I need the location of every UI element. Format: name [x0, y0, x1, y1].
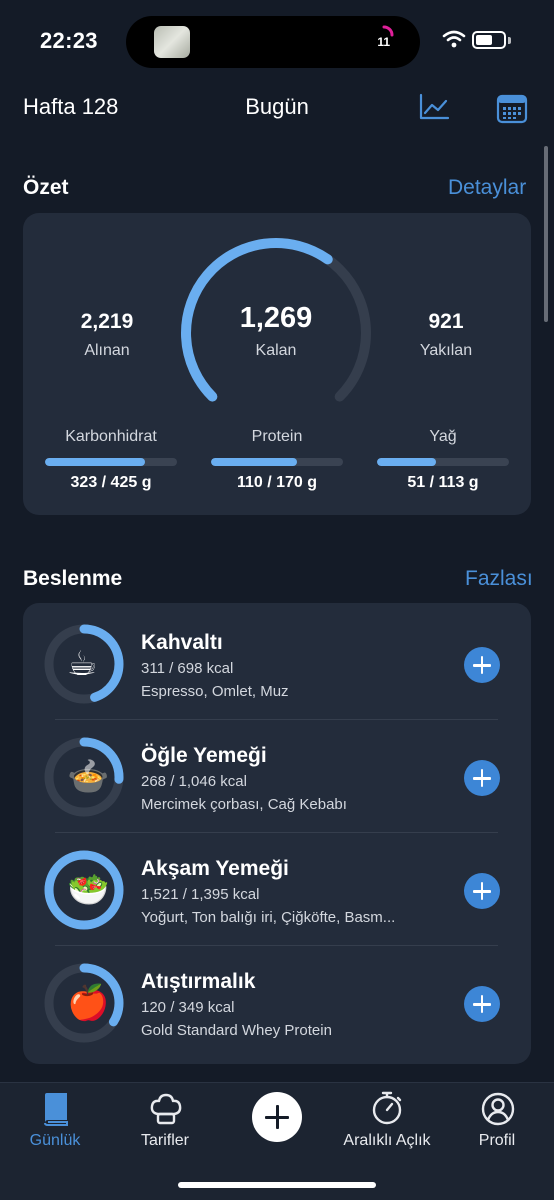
consumed-label: Alınan — [84, 342, 130, 359]
nutrition-more-link[interactable]: Fazlası — [465, 567, 533, 591]
live-activity-thumbnail — [154, 26, 190, 58]
meal-row-dinner[interactable]: 🥗 Akşam Yemeği 1,521 / 1,395 kcal Yoğurt… — [23, 833, 531, 945]
wifi-icon — [442, 30, 466, 48]
meals-card: ☕ Kahvaltı 311 / 698 kcal Espresso, Omle… — [23, 603, 531, 1064]
activity-count: 11 — [377, 35, 390, 49]
meal-name: Kahvaltı — [141, 631, 223, 654]
meal-kcal: 311 / 698 kcal — [141, 660, 234, 677]
meal-kcal: 1,521 / 1,395 kcal — [141, 886, 260, 903]
dynamic-island[interactable]: 11 — [126, 16, 420, 68]
macro-bar-fill — [377, 458, 437, 466]
macro-value-fat: 51 / 113 g — [407, 474, 479, 491]
chef-hat-icon — [150, 1093, 182, 1125]
tab-profile[interactable]: Profil — [444, 1088, 554, 1158]
scrollbar[interactable] — [544, 146, 548, 322]
meal-kcal: 120 / 349 kcal — [141, 999, 235, 1016]
remaining-label: Kalan — [255, 342, 297, 359]
consumed-value: 2,219 — [80, 310, 134, 333]
meal-name: Öğle Yemeği — [141, 744, 267, 767]
meal-row-lunch[interactable]: 🍲 Öğle Yemeği 268 / 1,046 kcal Mercimek … — [23, 720, 531, 832]
calendar-icon[interactable] — [496, 92, 528, 124]
macro-value-carbs: 323 / 425 g — [70, 474, 152, 491]
meal-items: Yoğurt, Ton balığı iri, Çiğköfte, Basm..… — [141, 909, 396, 926]
week-selector[interactable]: Hafta 128 — [23, 94, 118, 120]
macro-bar-protein — [211, 458, 343, 466]
burned-label: Yakılan — [419, 342, 473, 359]
meal-row-breakfast[interactable]: ☕ Kahvaltı 311 / 698 kcal Espresso, Omle… — [23, 603, 531, 716]
macro-label-fat: Yağ — [429, 428, 457, 445]
tab-label: Profil — [478, 1132, 516, 1149]
add-lunch-button[interactable] — [464, 760, 500, 796]
coffee-icon: ☕ — [67, 644, 98, 684]
soup-bowl-icon: 🍲 — [67, 757, 110, 797]
line-chart-icon[interactable] — [418, 93, 450, 121]
tab-label: Aralıklı Açlık — [343, 1132, 431, 1149]
macro-label-carbs: Karbonhidrat — [65, 428, 157, 445]
tab-intermittent-fasting[interactable]: Aralıklı Açlık — [330, 1088, 445, 1158]
meal-items: Espresso, Omlet, Muz — [141, 683, 289, 700]
meal-name: Atıştırmalık — [141, 970, 256, 993]
meal-items: Mercimek çorbası, Cağ Kebabı — [141, 796, 347, 813]
burned-value: 921 — [428, 310, 464, 333]
meal-name: Akşam Yemeği — [141, 857, 289, 880]
book-icon — [44, 1093, 68, 1126]
battery-tip — [508, 37, 511, 44]
remaining-value: 1,269 — [239, 302, 313, 334]
macro-label-protein: Protein — [251, 428, 303, 445]
tab-diary[interactable]: Günlük — [0, 1088, 110, 1158]
macro-bar-fill — [45, 458, 146, 466]
summary-title: Özet — [23, 176, 69, 199]
status-time: 22:23 — [40, 28, 98, 53]
add-snack-button[interactable] — [464, 986, 500, 1022]
battery-icon — [472, 31, 506, 49]
meal-items: Gold Standard Whey Protein — [141, 1022, 332, 1039]
apple-icon: 🍎 — [67, 983, 110, 1023]
meal-kcal: 268 / 1,046 kcal — [141, 773, 247, 790]
nutrition-title: Beslenme — [23, 567, 123, 590]
battery-level — [476, 35, 492, 45]
summary-card[interactable]: 2,219 Alınan 1,269 Kalan 921 Yakılan Kar… — [23, 213, 531, 515]
macro-value-protein: 110 / 170 g — [236, 474, 318, 491]
macro-bar-fat — [377, 458, 509, 466]
meal-row-snack[interactable]: 🍎 Atıştırmalık 120 / 349 kcal Gold Stand… — [23, 946, 531, 1058]
tab-label: Günlük — [29, 1132, 81, 1149]
add-dinner-button[interactable] — [464, 873, 500, 909]
tab-recipes[interactable]: Tarifler — [110, 1088, 220, 1158]
home-indicator[interactable] — [178, 1182, 376, 1188]
stopwatch-icon — [372, 1091, 402, 1125]
person-icon — [481, 1092, 515, 1126]
tab-label: Tarifler — [140, 1132, 189, 1149]
salad-icon: 🥗 — [67, 870, 110, 910]
macro-bar-carbs — [45, 458, 177, 466]
add-entry-button[interactable] — [252, 1092, 302, 1142]
summary-details-link[interactable]: Detaylar — [448, 176, 526, 200]
macro-bar-fill — [211, 458, 297, 466]
add-breakfast-button[interactable] — [464, 647, 500, 683]
